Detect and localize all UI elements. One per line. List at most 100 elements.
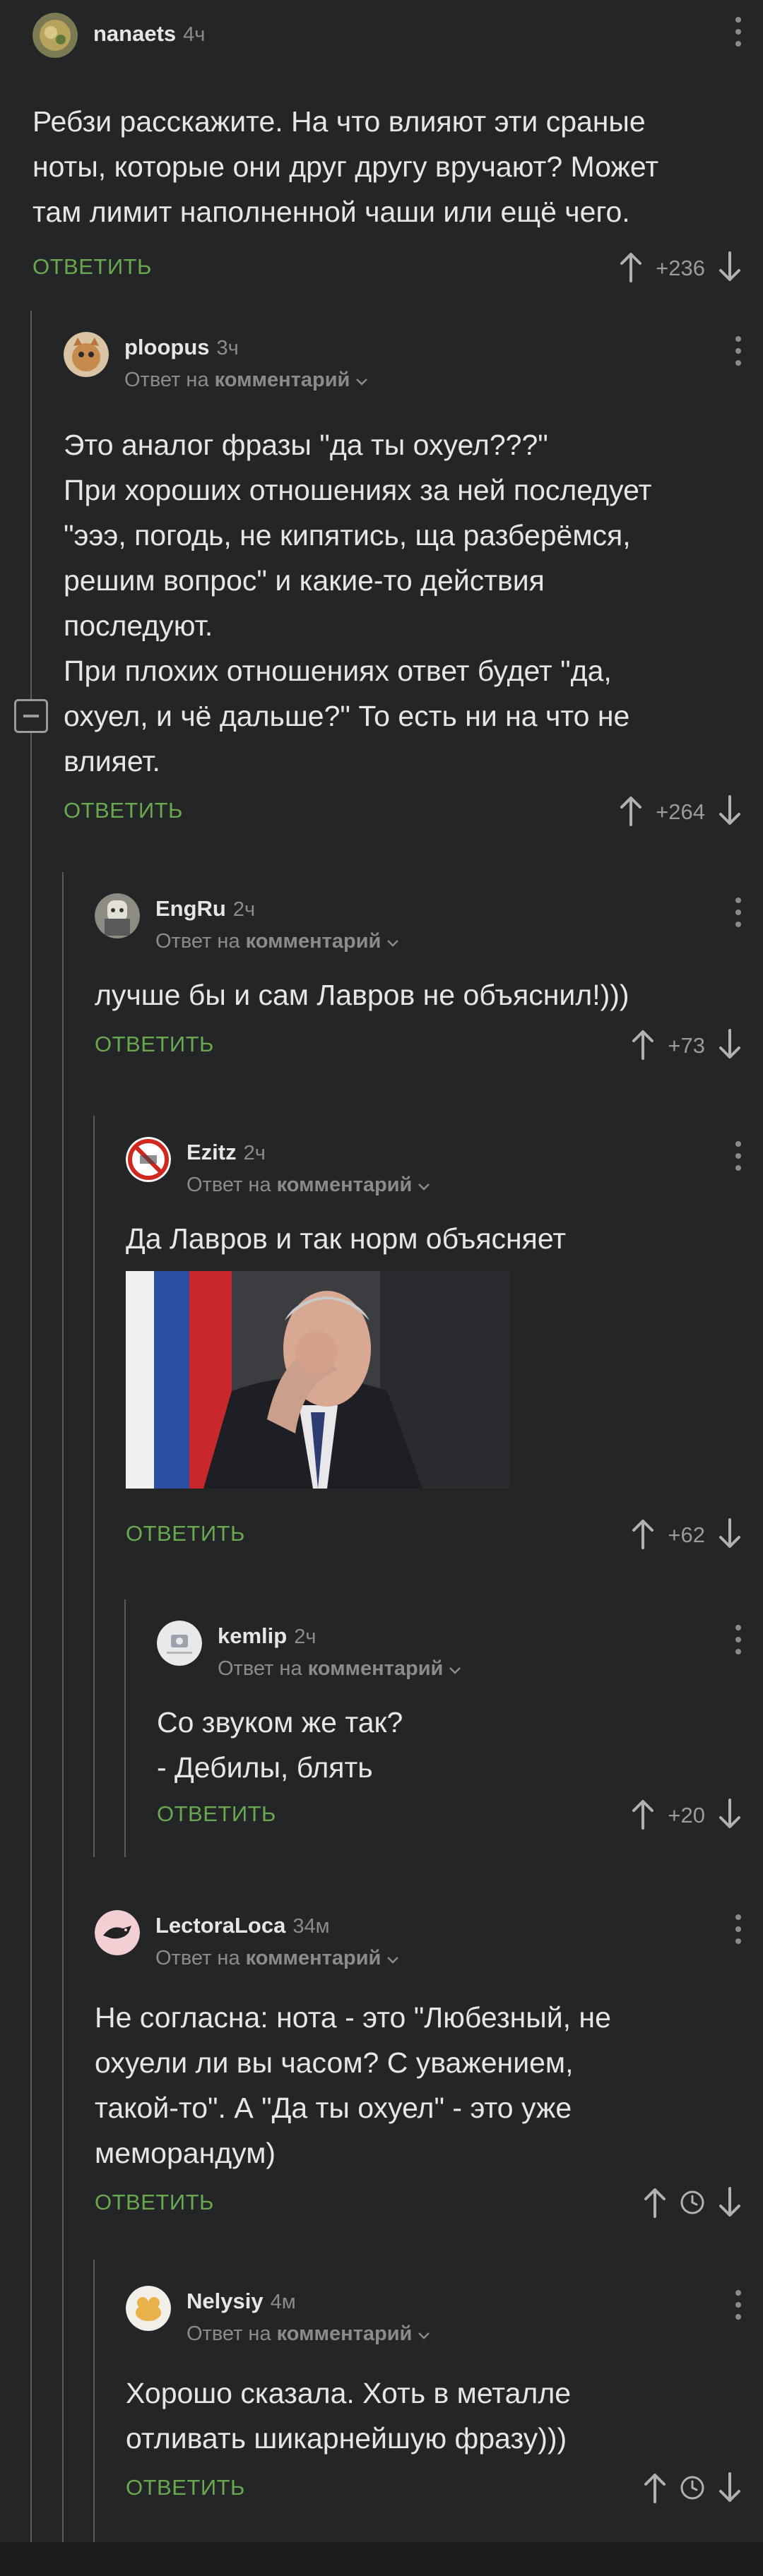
username[interactable]: ploopus 3ч	[124, 335, 239, 360]
bottom-bar	[0, 2542, 763, 2576]
comment-text: лучше бы и сам Лавров не объяснил!)))	[95, 972, 763, 1018]
comment-line: отливать шикарнейшую фразу)))	[126, 2422, 567, 2455]
comment-line: При плохих отношениях ответ будет "да,	[64, 655, 612, 687]
more-options-icon[interactable]	[735, 898, 742, 929]
comment-text: Ребзи расскажите. На что влияют эти сран…	[32, 99, 763, 234]
avatar[interactable]	[126, 2286, 171, 2331]
comment-kemlip: kemlip 2ч Ответ на комментарий Со звуком …	[157, 1621, 763, 1837]
comment-line: Ребзи расскажите. На что влияют эти сран…	[32, 105, 646, 138]
clock-icon	[680, 2475, 705, 2504]
chevron-down-icon	[355, 369, 368, 391]
comment-time: 4ч	[183, 23, 206, 46]
reply-to-label[interactable]: Ответ на комментарий	[155, 930, 399, 953]
upvote-icon[interactable]	[631, 1029, 655, 1063]
rating-value: +73	[668, 1033, 705, 1058]
comment-time: 2ч	[232, 898, 256, 921]
avatar[interactable]	[95, 893, 140, 938]
username[interactable]: LectoraLoca 34м	[155, 1913, 330, 1938]
thread-line-level4[interactable]	[124, 1599, 126, 1857]
comment-line: охуели ли вы часом? С уважением,	[95, 2046, 574, 2079]
more-options-icon[interactable]	[735, 1625, 742, 1656]
collapse-thread-button[interactable]	[14, 699, 48, 733]
comment-line: лучше бы и сам Лавров не объяснил!)))	[95, 979, 629, 1011]
more-options-icon[interactable]	[735, 17, 742, 48]
reply-to-label[interactable]: Ответ на комментарий	[218, 1657, 461, 1681]
reply-button[interactable]: ОТВЕТИТЬ	[157, 1801, 276, 1827]
rating-value: +236	[656, 256, 705, 280]
comment-thread: nanaets 4ч Ребзи расскажите. На что влияю…	[0, 0, 763, 2576]
comment-nanaets: nanaets 4ч Ребзи расскажите. На что влияю…	[32, 13, 763, 290]
upvote-icon[interactable]	[643, 2472, 667, 2507]
username[interactable]: nanaets 4ч	[93, 21, 205, 47]
comment-time: 34м	[292, 1915, 330, 1938]
thread-line-level3b[interactable]	[93, 2260, 95, 2542]
comment-ezitz: Ezitz 2ч Ответ на комментарий Да Лавров и…	[126, 1137, 763, 1556]
username[interactable]: kemlip 2ч	[218, 1623, 316, 1649]
reply-button[interactable]: ОТВЕТИТЬ	[126, 1521, 245, 1546]
reply-to-label[interactable]: Ответ на комментарий	[187, 2322, 430, 2346]
downvote-icon[interactable]	[718, 2471, 742, 2507]
upvote-icon[interactable]	[631, 1799, 655, 1833]
username[interactable]: Ezitz 2ч	[187, 1140, 266, 1165]
more-options-icon[interactable]	[735, 2290, 742, 2321]
comment-lectoraloca: LectoraLoca 34м Ответ на комментарий Не с…	[95, 1910, 763, 2225]
avatar[interactable]	[126, 1137, 171, 1182]
downvote-icon[interactable]	[718, 2186, 742, 2222]
downvote-icon[interactable]	[718, 1028, 742, 1063]
reply-button[interactable]: ОТВЕТИТЬ	[95, 1032, 214, 1057]
upvote-icon[interactable]	[619, 251, 643, 286]
comment-photo[interactable]	[126, 1271, 510, 1489]
comment-text: Не согласна: нота - это "Любезный, не ох…	[95, 1995, 763, 2176]
rating-value: +20	[668, 1803, 705, 1827]
downvote-icon[interactable]	[718, 1517, 742, 1553]
comment-line: "эээ, погодь, не кипятись, ща разберёмся…	[64, 519, 631, 551]
thread-line-level3[interactable]	[93, 1116, 95, 1857]
clock-icon	[680, 2190, 705, 2219]
avatar[interactable]	[32, 13, 78, 58]
comment-nelysiy: Nelysiy 4м Ответ на комментарий Хорошо ск…	[126, 2286, 763, 2510]
username[interactable]: EngRu 2ч	[155, 896, 255, 922]
comment-line: такой-то". А "Да ты охуел" - это уже	[95, 2092, 572, 2124]
reply-to-label[interactable]: Ответ на комментарий	[187, 1174, 430, 1197]
comment-time: 2ч	[243, 1142, 266, 1164]
comment-text: Хорошо сказала. Хоть в металле отливать …	[126, 2371, 763, 2461]
reply-button[interactable]: ОТВЕТИТЬ	[64, 798, 183, 823]
reply-button[interactable]: ОТВЕТИТЬ	[126, 2475, 245, 2500]
comment-line: - Дебилы, блять	[157, 1751, 373, 1784]
chevron-down-icon	[418, 2322, 430, 2345]
comment-line: Со звуком же так?	[157, 1706, 403, 1739]
downvote-icon[interactable]	[718, 251, 742, 286]
upvote-icon[interactable]	[631, 1518, 655, 1553]
comment-line: Не согласна: нота - это "Любезный, не	[95, 2001, 611, 2034]
chevron-down-icon	[386, 1947, 399, 1969]
upvote-icon[interactable]	[619, 795, 643, 830]
downvote-icon[interactable]	[718, 1798, 742, 1833]
reply-to-label[interactable]: Ответ на комментарий	[124, 369, 368, 392]
reply-button[interactable]: ОТВЕТИТЬ	[95, 2190, 214, 2215]
comment-time: 2ч	[294, 1626, 317, 1648]
reply-to-label[interactable]: Ответ на комментарий	[155, 1947, 399, 1970]
comment-line: влияет.	[64, 745, 160, 777]
comment-line: Хорошо сказала. Хоть в металле	[126, 2377, 572, 2409]
rating-value: +264	[656, 799, 705, 824]
thread-line-level2[interactable]	[62, 872, 64, 2542]
more-options-icon[interactable]	[735, 1914, 742, 1945]
comment-time: 3ч	[216, 337, 239, 359]
comment-line: последуют.	[64, 609, 213, 642]
avatar[interactable]	[157, 1621, 202, 1666]
chevron-down-icon	[418, 1174, 430, 1196]
username[interactable]: Nelysiy 4м	[187, 2289, 296, 2314]
reply-button[interactable]: ОТВЕТИТЬ	[32, 254, 152, 280]
more-options-icon[interactable]	[735, 1141, 742, 1172]
comment-line: решим вопрос" и какие-то действия	[64, 564, 545, 597]
more-options-icon[interactable]	[735, 336, 742, 367]
comment-line: меморандум)	[95, 2137, 276, 2169]
upvote-icon[interactable]	[643, 2187, 667, 2222]
thread-line-level1[interactable]	[30, 311, 32, 2542]
downvote-icon[interactable]	[718, 794, 742, 830]
chevron-down-icon	[386, 930, 399, 953]
avatar[interactable]	[95, 1910, 140, 1955]
comment-line: охуел, и чё дальше?" То есть ни на что н…	[64, 700, 630, 732]
rating-value: +62	[668, 1522, 705, 1547]
avatar[interactable]	[64, 332, 109, 377]
